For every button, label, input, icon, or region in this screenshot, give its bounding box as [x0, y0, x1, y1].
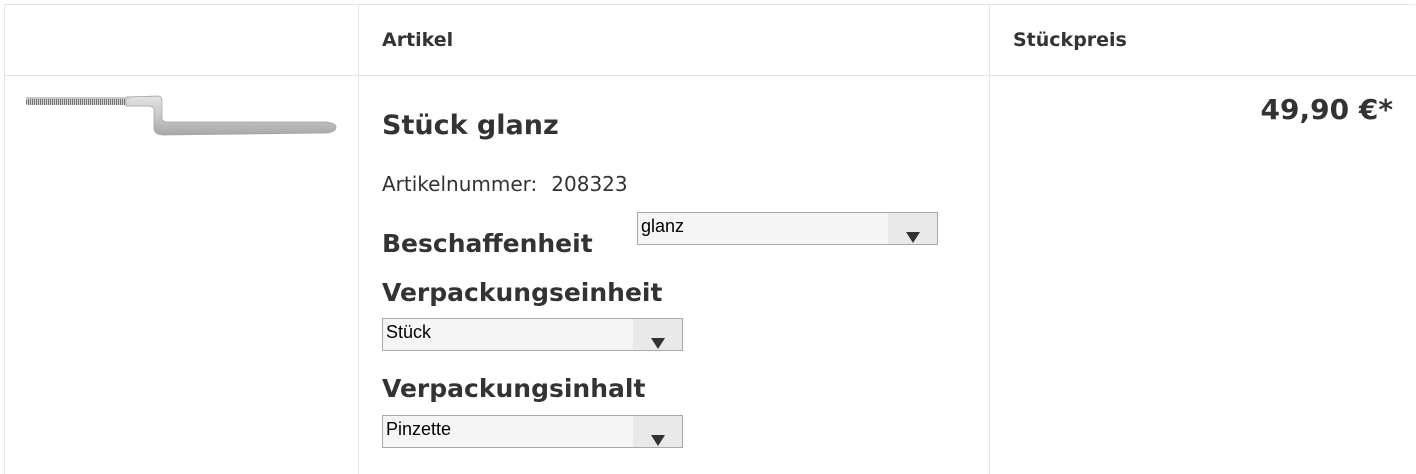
packaging-unit-dropdown-button[interactable]: [633, 319, 682, 350]
chevron-down-icon: [906, 232, 920, 243]
packaging-content-dropdown-button[interactable]: [633, 416, 682, 447]
unit-price: 49,90 €*: [1260, 93, 1393, 126]
finish-select[interactable]: glanz: [637, 212, 938, 245]
article-number: Artikelnummer: 208323: [382, 172, 628, 196]
packaging-content-select[interactable]: Pinzette: [382, 415, 683, 448]
article-number-label: Artikelnummer:: [382, 172, 538, 196]
packaging-unit-select-value: Stück: [386, 322, 432, 342]
article-number-value: 208323: [551, 172, 628, 196]
header-article: Artikel: [382, 29, 454, 51]
finish-label: Beschaffenheit: [382, 229, 593, 258]
packaging-unit-select[interactable]: Stück: [382, 318, 683, 351]
chevron-down-icon: [651, 435, 665, 446]
packaging-content-select-value: Pinzette: [386, 419, 452, 439]
packaging-unit-label: Verpackungseinheit: [382, 278, 663, 307]
packaging-content-label: Verpackungsinhalt: [382, 374, 646, 403]
tweezers-image[interactable]: [26, 94, 338, 140]
header-unit-price: Stückpreis: [1013, 29, 1127, 51]
finish-select-value: glanz: [641, 216, 685, 236]
chevron-down-icon: [651, 338, 665, 349]
product-title[interactable]: Stück glanz: [382, 110, 559, 141]
finish-dropdown-button[interactable]: [888, 213, 937, 244]
header-divider: [4, 75, 1416, 76]
cart-table: Artikel Stückpreis Stück glanz Artikelnu…: [0, 0, 1416, 474]
